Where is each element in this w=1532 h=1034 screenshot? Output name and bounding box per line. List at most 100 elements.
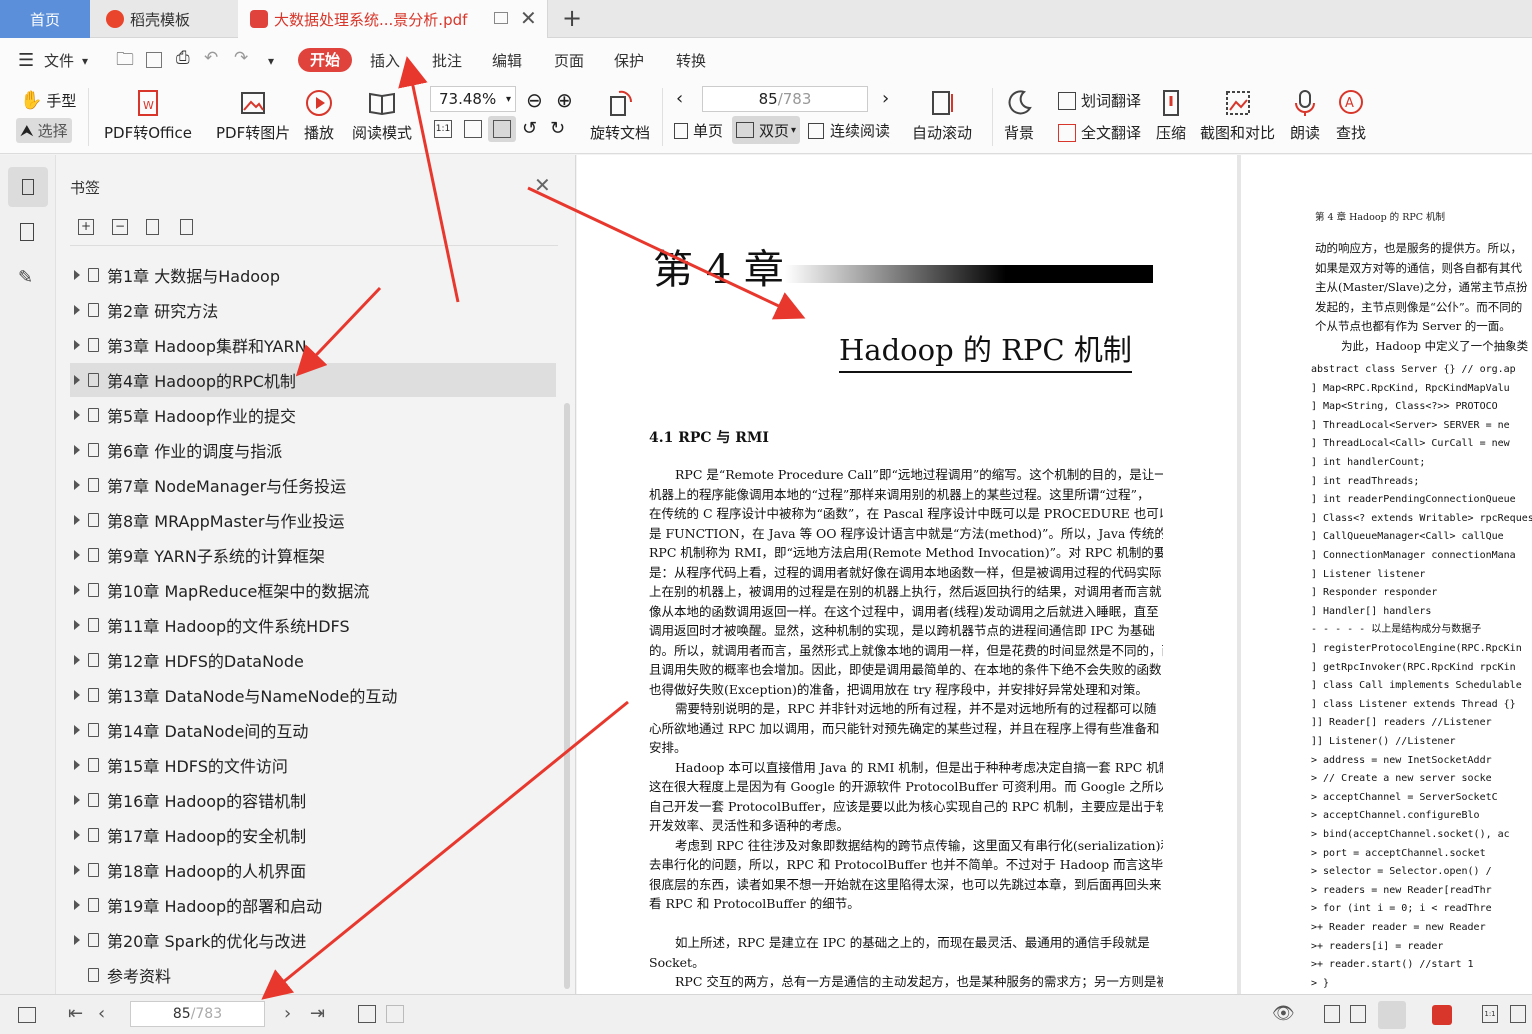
undo-icon[interactable]: ↶ [204,48,218,68]
zoom-out-icon[interactable]: ⊖ [526,88,543,112]
expand-all-icon[interactable]: + [78,219,94,235]
rotate-document-button[interactable]: 旋转文档 [590,88,650,143]
window-icon[interactable] [494,12,508,24]
word-translate-button[interactable]: 划词翻译 [1058,90,1141,111]
bookmark-item[interactable]: 第15章 HDFS的文件访问 [70,748,556,782]
play-icon[interactable] [1432,1005,1452,1025]
eye-protection-icon[interactable]: 👁 [1272,1003,1296,1027]
expand-caret-icon[interactable] [74,305,80,315]
prev-page-icon[interactable]: ‹ [676,88,683,109]
single-view-icon[interactable] [1324,1005,1340,1023]
first-page-icon[interactable]: ⇤ [68,1003,92,1027]
single-page-button[interactable]: 单页 [674,120,723,141]
bookmark-item[interactable]: 第1章 大数据与Hadoop [70,258,556,292]
redo-icon[interactable]: ↷ [234,48,248,68]
more-dropdown-icon[interactable]: ▾ [268,54,274,68]
pdf-to-image-button[interactable]: PDF转图片 [216,88,290,143]
close-icon[interactable]: ✕ [534,173,551,197]
save-icon[interactable] [146,52,162,68]
bookmark-item[interactable]: 第9章 YARN子系统的计算框架 [70,538,556,572]
menu-insert[interactable]: 插入 [370,50,400,71]
print-icon[interactable]: ⎙ [176,48,190,68]
pdf-to-office-button[interactable]: W PDF转Office [104,88,192,143]
bookmark-item[interactable]: 第12章 HDFS的DataNode [70,643,556,677]
new-tab-icon[interactable]: + [562,4,582,32]
page-number-input[interactable]: 85/783 [702,86,868,112]
select-tool-button[interactable]: ⮝ 选择 [16,118,72,143]
expand-caret-icon[interactable] [74,935,80,945]
continuous-read-button[interactable]: 连续阅读 [808,120,890,141]
back-icon[interactable] [358,1005,376,1023]
menu-edit[interactable]: 编辑 [492,50,522,71]
chevron-down-icon[interactable]: ▾ [82,54,88,68]
bookmark-item[interactable]: 第18章 Hadoop的人机界面 [70,853,556,887]
hand-tool-button[interactable]: ✋ 手型 [20,90,76,111]
actual-size-icon[interactable]: 1:1 [434,120,452,138]
last-page-icon[interactable]: ⇥ [310,1003,334,1027]
bookmark-panel-tab[interactable] [8,167,48,207]
open-folder-icon[interactable]: 🗀 [116,47,134,77]
read-aloud-button[interactable]: 朗读 [1290,88,1320,143]
menu-start[interactable]: 开始 [298,48,352,72]
bookmark-item[interactable]: 第17章 Hadoop的安全机制 [70,818,556,852]
annotation-icon[interactable]: ✎ [18,267,33,288]
fit-page-icon[interactable] [464,120,482,138]
tab-home[interactable]: 首页 [0,0,90,38]
bookmark-item[interactable]: 第20章 Spark的优化与改进 [70,923,556,957]
bookmark-item[interactable]: 第5章 Hadoop作业的提交 [70,398,556,432]
expand-caret-icon[interactable] [74,690,80,700]
rotate-left-icon[interactable]: ↺ [522,118,537,139]
compress-button[interactable]: 压缩 [1156,88,1186,143]
play-button[interactable]: 播放 [304,88,334,143]
menu-protect[interactable]: 保护 [614,50,644,71]
screenshot-compare-button[interactable]: 截图和对比 [1200,88,1275,143]
bookmark-item[interactable]: 第8章 MRAppMaster与作业投运 [70,503,556,537]
expand-caret-icon[interactable] [74,865,80,875]
expand-caret-icon[interactable] [74,340,80,350]
bookmark-item[interactable]: 第2章 研究方法 [70,293,556,327]
menu-annotate[interactable]: 批注 [432,50,462,71]
expand-caret-icon[interactable] [74,515,80,525]
fit-width-button[interactable] [488,116,516,142]
next-page-icon[interactable]: › [284,1003,308,1027]
expand-caret-icon[interactable] [74,830,80,840]
expand-caret-icon[interactable] [74,270,80,280]
expand-caret-icon[interactable] [74,375,80,385]
next-page-icon[interactable]: › [882,88,889,109]
menu-convert[interactable]: 转换 [676,50,706,71]
bookmark-item[interactable]: 第14章 DataNode间的互动 [70,713,556,747]
bookmark-item[interactable]: 第16章 Hadoop的容错机制 [70,783,556,817]
search-button[interactable]: A 查找 [1336,88,1366,143]
collapse-all-icon[interactable]: − [112,219,128,235]
close-tab-icon[interactable]: ✕ [520,6,537,30]
bookmark-item[interactable]: 第6章 作业的调度与指派 [70,433,556,467]
read-mode-button[interactable]: 阅读模式 [352,88,412,143]
fit-icon[interactable] [1510,1005,1526,1023]
thumbnail-icon[interactable] [20,223,34,241]
auto-scroll-button[interactable]: 自动滚动 [912,88,972,143]
tab-pdf-document[interactable]: 大数据处理系统...景分析.pdf ✕ [238,0,548,38]
zoom-select[interactable]: 73.48% ▾ [430,86,516,112]
expand-caret-icon[interactable] [74,585,80,595]
bookmark-item[interactable]: 第3章 Hadoop集群和YARN [70,328,556,362]
actual-size-icon[interactable]: 1:1 [1482,1005,1498,1023]
expand-caret-icon[interactable] [74,760,80,770]
bookmark-item[interactable]: 第10章 MapReduce框架中的数据流 [70,573,556,607]
expand-caret-icon[interactable] [74,620,80,630]
zoom-in-icon[interactable]: ⊕ [556,88,573,112]
full-translate-button[interactable]: 全文翻译 [1058,122,1141,143]
expand-caret-icon[interactable] [74,410,80,420]
bookmark-item[interactable]: 参考资料 [70,958,556,992]
delete-bookmark-icon[interactable] [180,219,193,235]
bookmark-item[interactable]: 第4章 Hadoop的RPC机制 [70,363,556,397]
double-view-active-icon[interactable] [1378,1001,1406,1029]
bookmark-item[interactable]: 第13章 DataNode与NameNode的互动 [70,678,556,712]
expand-caret-icon[interactable] [74,480,80,490]
expand-caret-icon[interactable] [74,795,80,805]
menu-page[interactable]: 页面 [554,50,584,71]
bookmark-item[interactable]: 第7章 NodeManager与任务投运 [70,468,556,502]
expand-caret-icon[interactable] [74,900,80,910]
prev-page-icon[interactable]: ‹ [98,1003,122,1027]
expand-caret-icon[interactable] [74,655,80,665]
double-view-icon[interactable] [1350,1005,1366,1023]
